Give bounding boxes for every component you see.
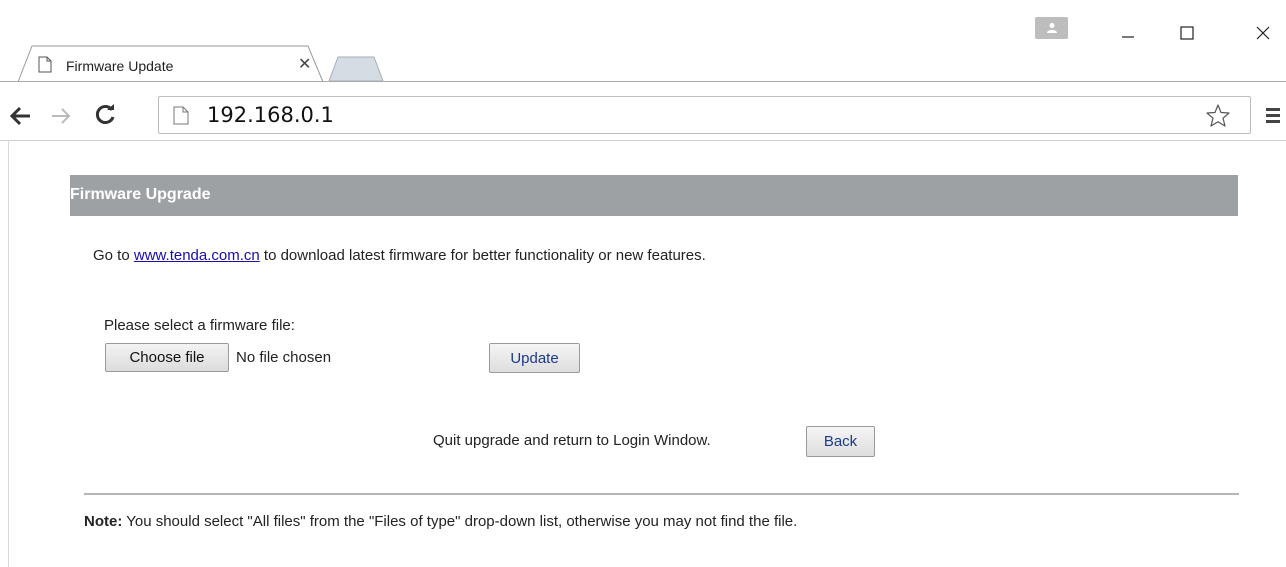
section-header: Firmware Upgrade	[70, 175, 1238, 216]
page-content: Firmware Upgrade Go to www.tenda.com.cn …	[0, 141, 1286, 567]
tab-firmware-update[interactable]: Firmware Update ✕	[18, 45, 324, 83]
divider	[84, 493, 1239, 495]
maximize-icon[interactable]	[1167, 18, 1207, 48]
user-icon[interactable]	[1035, 17, 1068, 39]
tab-close-icon[interactable]: ✕	[298, 54, 311, 74]
note-text: Note: You should select "All files" from…	[84, 513, 797, 530]
update-button[interactable]: Update	[489, 343, 580, 373]
url-text[interactable]: 192.168.0.1	[207, 103, 334, 127]
reload-icon[interactable]	[92, 102, 118, 128]
select-firmware-label: Please select a firmware file:	[104, 317, 295, 334]
back-button[interactable]: Back	[806, 426, 875, 457]
new-tab-button[interactable]	[328, 55, 388, 87]
intro-text: Go to www.tenda.com.cn to download lates…	[93, 247, 706, 264]
page-icon	[38, 56, 52, 78]
choose-file-button[interactable]: Choose file	[105, 343, 229, 372]
intro-prefix: Go to	[93, 247, 134, 264]
close-icon[interactable]	[1243, 18, 1283, 48]
note-body: You should select "All files" from the "…	[122, 513, 798, 530]
file-status-text: No file chosen	[236, 349, 332, 366]
forward-arrow-icon[interactable]	[48, 105, 74, 127]
menu-icon[interactable]	[1264, 105, 1282, 125]
quit-upgrade-text: Quit upgrade and return to Login Window.	[433, 432, 711, 449]
intro-suffix: to download latest firmware for better f…	[259, 247, 706, 264]
note-label: Note:	[84, 513, 123, 530]
back-arrow-icon[interactable]	[8, 105, 34, 127]
minimize-icon[interactable]	[1108, 18, 1148, 48]
page-icon	[173, 106, 189, 130]
tab-title: Firmware Update	[66, 58, 174, 74]
address-bar[interactable]: 192.168.0.1	[158, 96, 1251, 134]
star-icon[interactable]	[1206, 104, 1230, 132]
tabstrip-border	[0, 81, 1286, 82]
tenda-link[interactable]: www.tenda.com.cn	[134, 247, 260, 264]
page-title: Firmware Upgrade	[70, 186, 211, 203]
